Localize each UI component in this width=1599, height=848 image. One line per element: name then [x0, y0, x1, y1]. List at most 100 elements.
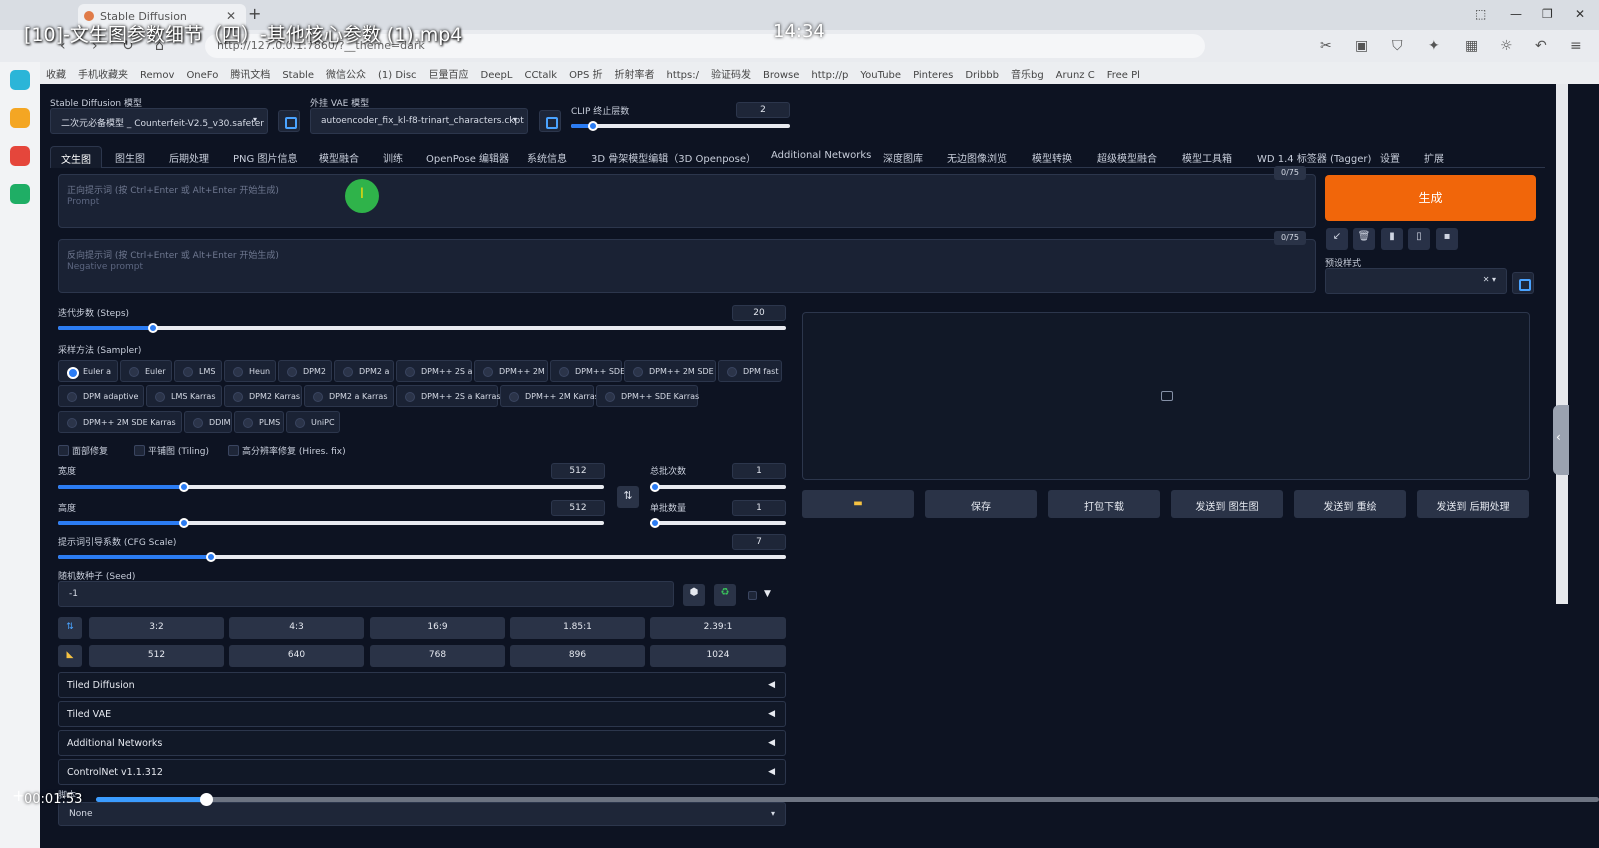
read-params-icon[interactable]: ↙: [1326, 228, 1348, 250]
tab-txt2img[interactable]: 文生图: [50, 146, 102, 168]
bookmark-item[interactable]: 收藏: [46, 66, 66, 81]
sampler-option[interactable]: LMS: [174, 360, 222, 382]
bookmark-item[interactable]: 手机收藏夹: [78, 66, 128, 81]
styles-select[interactable]: ✕ ▾: [1325, 268, 1507, 294]
sampler-option[interactable]: DPM++ 2M SDE: [624, 360, 716, 382]
bookmark-item[interactable]: 巨量百应: [429, 66, 469, 81]
extra-networks-icon[interactable]: ▮: [1381, 228, 1403, 250]
ratio-button[interactable]: 2.39:1: [650, 617, 786, 639]
dock-weibo-icon[interactable]: [10, 146, 30, 166]
extra-seed-toggle-icon[interactable]: ▼: [764, 589, 771, 599]
undo-icon[interactable]: ↶: [1535, 38, 1547, 54]
restore-faces-checkbox[interactable]: 面部修复: [58, 444, 108, 457]
script-select[interactable]: None ▾: [58, 802, 786, 826]
sampler-option[interactable]: DPM2 Karras: [224, 385, 302, 407]
dock-chat-icon[interactable]: [10, 184, 30, 204]
size-button[interactable]: 768: [370, 645, 505, 667]
tab-openpose[interactable]: OpenPose 编辑器: [426, 150, 509, 165]
tab-super-merge[interactable]: 超级模型融合: [1097, 150, 1157, 165]
tab-model-toolkit[interactable]: 模型工具箱: [1182, 150, 1232, 165]
tab-tagger[interactable]: WD 1.4 标签器 (Tagger): [1257, 150, 1371, 165]
size-button[interactable]: 640: [229, 645, 364, 667]
extra-seed-checkbox[interactable]: [748, 591, 757, 600]
tab-depth-gallery[interactable]: 深度图库: [883, 150, 923, 165]
send-to-extras-button[interactable]: 发送到 后期处理: [1417, 490, 1529, 518]
generate-button[interactable]: 生成: [1325, 175, 1536, 221]
bookmark-item[interactable]: YouTube: [860, 70, 901, 81]
sampler-option[interactable]: DPM++ SDE Karras: [596, 385, 699, 407]
sampler-option[interactable]: DPM2: [278, 360, 332, 382]
refresh-model-icon[interactable]: [278, 110, 300, 132]
seed-input[interactable]: -1: [58, 581, 674, 607]
save-button[interactable]: 保存: [925, 490, 1037, 518]
bookmark-item[interactable]: 验证码发: [711, 66, 751, 81]
tab-model-convert[interactable]: 模型转换: [1032, 150, 1072, 165]
sampler-option[interactable]: DPM++ 2M SDE Karras: [58, 411, 182, 433]
tab-img2img[interactable]: 图生图: [115, 150, 145, 165]
tab-extras[interactable]: 后期处理: [169, 150, 209, 165]
tab-3d-openpose[interactable]: 3D 骨架模型编辑（3D Openpose）: [591, 150, 756, 165]
size-button[interactable]: 896: [510, 645, 645, 667]
width-slider[interactable]: [58, 482, 604, 492]
batch-count-slider-knob[interactable]: [650, 482, 660, 492]
sampler-option[interactable]: UniPC: [286, 411, 340, 433]
tab-settings[interactable]: 设置: [1380, 150, 1400, 165]
ratio-button[interactable]: 16:9: [370, 617, 505, 639]
steps-value[interactable]: 20: [732, 305, 786, 321]
cfg-slider[interactable]: [58, 552, 786, 562]
cut-icon[interactable]: ✂: [1320, 38, 1332, 54]
ratio-swap-icon[interactable]: ⇅: [58, 617, 82, 639]
tab-extensions[interactable]: 扩展: [1424, 150, 1444, 165]
sampler-option[interactable]: LMS Karras: [146, 385, 222, 407]
sampler-option[interactable]: DPM++ 2S a: [396, 360, 472, 382]
brightness-icon[interactable]: ☼: [1500, 38, 1513, 54]
batch-size-value[interactable]: 1: [732, 500, 786, 516]
sampler-option[interactable]: DPM++ SDE: [550, 360, 625, 382]
clipboard-icon[interactable]: ▯: [1408, 228, 1430, 250]
maximize-icon[interactable]: ❐: [1542, 7, 1553, 21]
accordion-tiled-diffusion[interactable]: Tiled Diffusion ◀: [58, 672, 786, 698]
bookmark-item[interactable]: https:/: [667, 70, 699, 81]
dice-icon[interactable]: ⬢: [683, 584, 705, 606]
grid-icon[interactable]: ▦: [1465, 38, 1478, 54]
sampler-option[interactable]: Euler a: [58, 360, 118, 382]
tab-merge[interactable]: 模型融合: [319, 150, 359, 165]
width-slider-knob[interactable]: [179, 482, 189, 492]
bookmark-item[interactable]: Dribbb: [965, 70, 999, 81]
video-progress-bar[interactable]: [96, 793, 1599, 806]
refresh-vae-icon[interactable]: [539, 110, 561, 132]
zip-button[interactable]: 打包下载: [1048, 490, 1160, 518]
tab-additional-networks[interactable]: Additional Networks: [771, 150, 871, 161]
ratio-button[interactable]: 4:3: [229, 617, 364, 639]
tab-sysinfo[interactable]: 系统信息: [527, 150, 567, 165]
ruler-icon[interactable]: ◣: [58, 645, 82, 667]
vae-select[interactable]: autoencoder_fix_kl-f8-trinart_characters…: [310, 108, 528, 134]
trash-icon[interactable]: 🗑: [1353, 228, 1375, 250]
bookmark-item[interactable]: DeepL: [481, 70, 513, 81]
width-value[interactable]: 512: [551, 463, 605, 479]
batch-size-slider-knob[interactable]: [650, 518, 660, 528]
sampler-option[interactable]: DPM++ 2M Karras: [500, 385, 599, 407]
recycle-icon[interactable]: ♻: [714, 584, 736, 606]
batch-count-value[interactable]: 1: [732, 463, 786, 479]
extension-icon[interactable]: ▣: [1355, 38, 1368, 54]
bookmark-item[interactable]: OneFo: [186, 70, 218, 81]
steps-slider-knob[interactable]: [148, 323, 158, 333]
bookmark-item[interactable]: (1) Disc: [378, 70, 417, 81]
bookmark-item[interactable]: 腾讯文档: [230, 66, 270, 81]
tab-image-browser[interactable]: 无边图像浏览: [947, 150, 1007, 165]
swap-dimensions-icon[interactable]: ⇅: [617, 486, 639, 508]
side-panel-handle-icon[interactable]: ‹: [1553, 405, 1569, 475]
sampler-option[interactable]: DPM fast: [718, 360, 782, 382]
bookmark-item[interactable]: http://p: [811, 70, 848, 81]
sampler-option[interactable]: DPM++ 2S a Karras: [396, 385, 501, 407]
prompt-input[interactable]: 正向提示词 (按 Ctrl+Enter 或 Alt+Enter 开始生成) Pr…: [58, 174, 1316, 228]
bookmark-item[interactable]: Remov: [140, 70, 174, 81]
menu-icon[interactable]: ≡: [1570, 38, 1582, 54]
dock-add-icon[interactable]: [10, 70, 30, 90]
tab-train[interactable]: 训练: [383, 150, 403, 165]
sampler-option[interactable]: Euler: [120, 360, 172, 382]
bookmark-item[interactable]: Arunz C: [1056, 70, 1095, 81]
minimize-icon[interactable]: —: [1510, 7, 1522, 21]
cfg-value[interactable]: 7: [732, 534, 786, 550]
